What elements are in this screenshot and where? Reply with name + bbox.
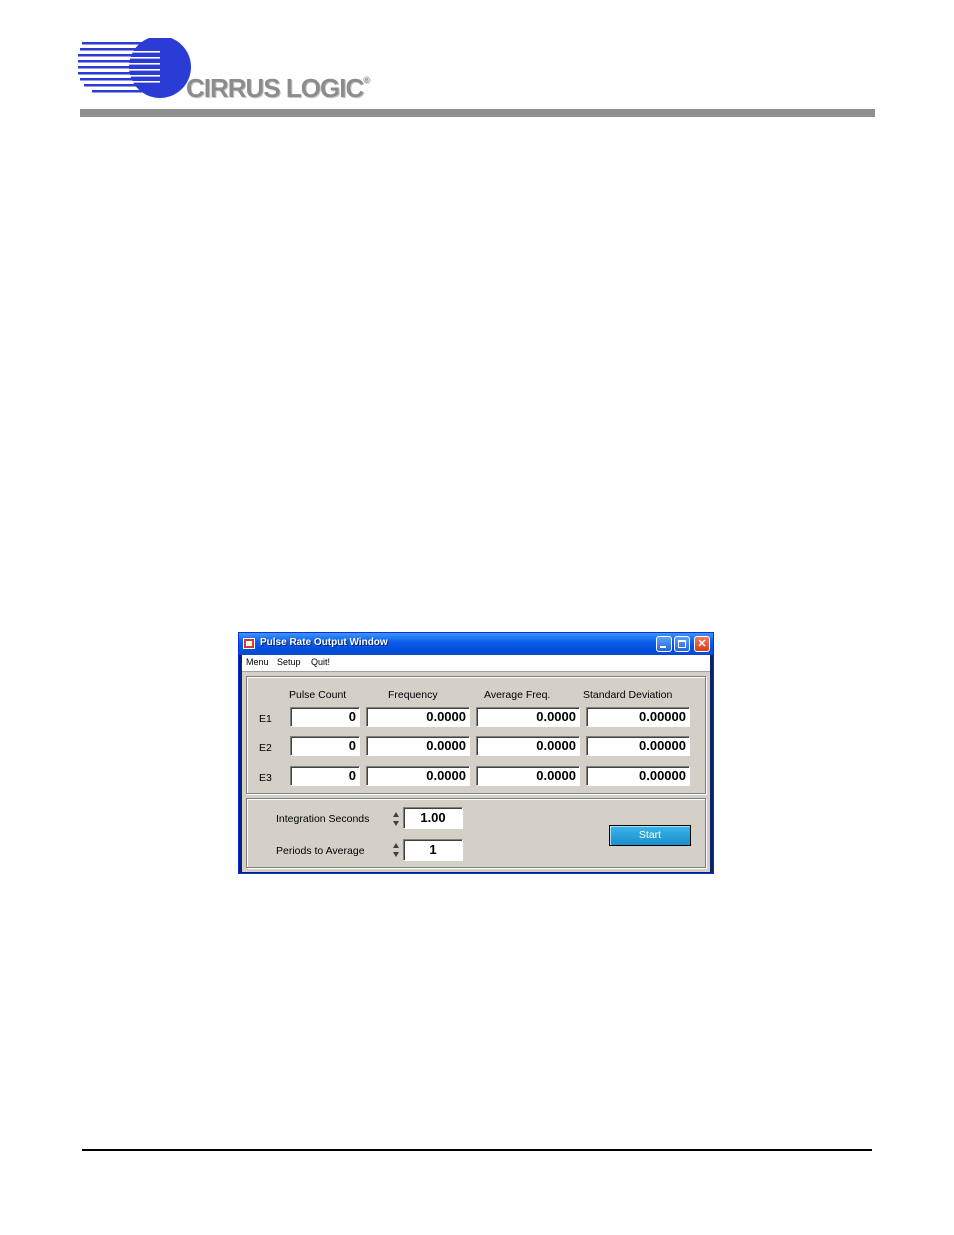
column-header-frequency: Frequency [388,689,438,701]
results-panel: Pulse Count Frequency Average Freq. Stan… [246,676,706,794]
row-label-e2: E2 [259,742,272,754]
integration-seconds-spinner[interactable] [393,809,401,829]
periods-to-average-field[interactable]: 1 [403,839,463,861]
e1-standard-deviation-field: 0.00000 [586,707,690,727]
e2-pulse-count-field: 0 [290,736,360,756]
menu-item-menu[interactable]: Menu [246,657,269,667]
e1-pulse-count-field: 0 [290,707,360,727]
e1-frequency-field: 0.0000 [366,707,470,727]
e2-standard-deviation-field: 0.00000 [586,736,690,756]
menu-item-quit[interactable]: Quit! [311,657,330,667]
window-client-area: Menu Setup Quit! Pulse Count Frequency A… [242,655,710,872]
minimize-button[interactable] [656,636,672,652]
column-header-standard-deviation: Standard Deviation [583,689,673,701]
periods-to-average-label: Periods to Average [276,845,365,857]
e1-average-freq-field: 0.0000 [476,707,580,727]
controls-panel: Integration Seconds 1.00 Periods to Aver… [246,798,706,868]
integration-seconds-field[interactable]: 1.00 [403,807,463,829]
pulse-rate-output-window: Pulse Rate Output Window ✕ Menu Setup Qu… [238,632,714,874]
periods-to-average-spinner[interactable] [393,840,401,860]
header-bar [80,109,875,117]
menu-item-setup[interactable]: Setup [277,657,301,667]
e3-pulse-count-field: 0 [290,766,360,786]
e3-standard-deviation-field: 0.00000 [586,766,690,786]
integration-seconds-label: Integration Seconds [276,813,370,825]
spin-up-icon[interactable] [393,843,399,848]
row-label-e1: E1 [259,713,272,725]
row-label-e3: E3 [259,772,272,784]
e2-average-freq-field: 0.0000 [476,736,580,756]
app-icon[interactable] [243,638,255,649]
spin-up-icon[interactable] [393,812,399,817]
column-header-pulse-count: Pulse Count [289,689,347,701]
title-bar[interactable]: Pulse Rate Output Window ✕ [239,633,713,655]
spin-down-icon[interactable] [393,821,399,826]
e2-frequency-field: 0.0000 [366,736,470,756]
logo-wordmark: CIRRUS LOGIC® [186,73,370,103]
e3-frequency-field: 0.0000 [366,766,470,786]
spin-down-icon[interactable] [393,852,399,857]
menu-bar: Menu Setup Quit! [242,655,710,672]
footer-rule [82,1149,872,1151]
e3-average-freq-field: 0.0000 [476,766,580,786]
maximize-button[interactable] [674,636,690,652]
column-header-average-freq: Average Freq. [484,689,551,701]
close-button[interactable]: ✕ [694,636,710,652]
start-button[interactable]: Start [609,825,691,846]
window-title: Pulse Rate Output Window [260,637,388,648]
